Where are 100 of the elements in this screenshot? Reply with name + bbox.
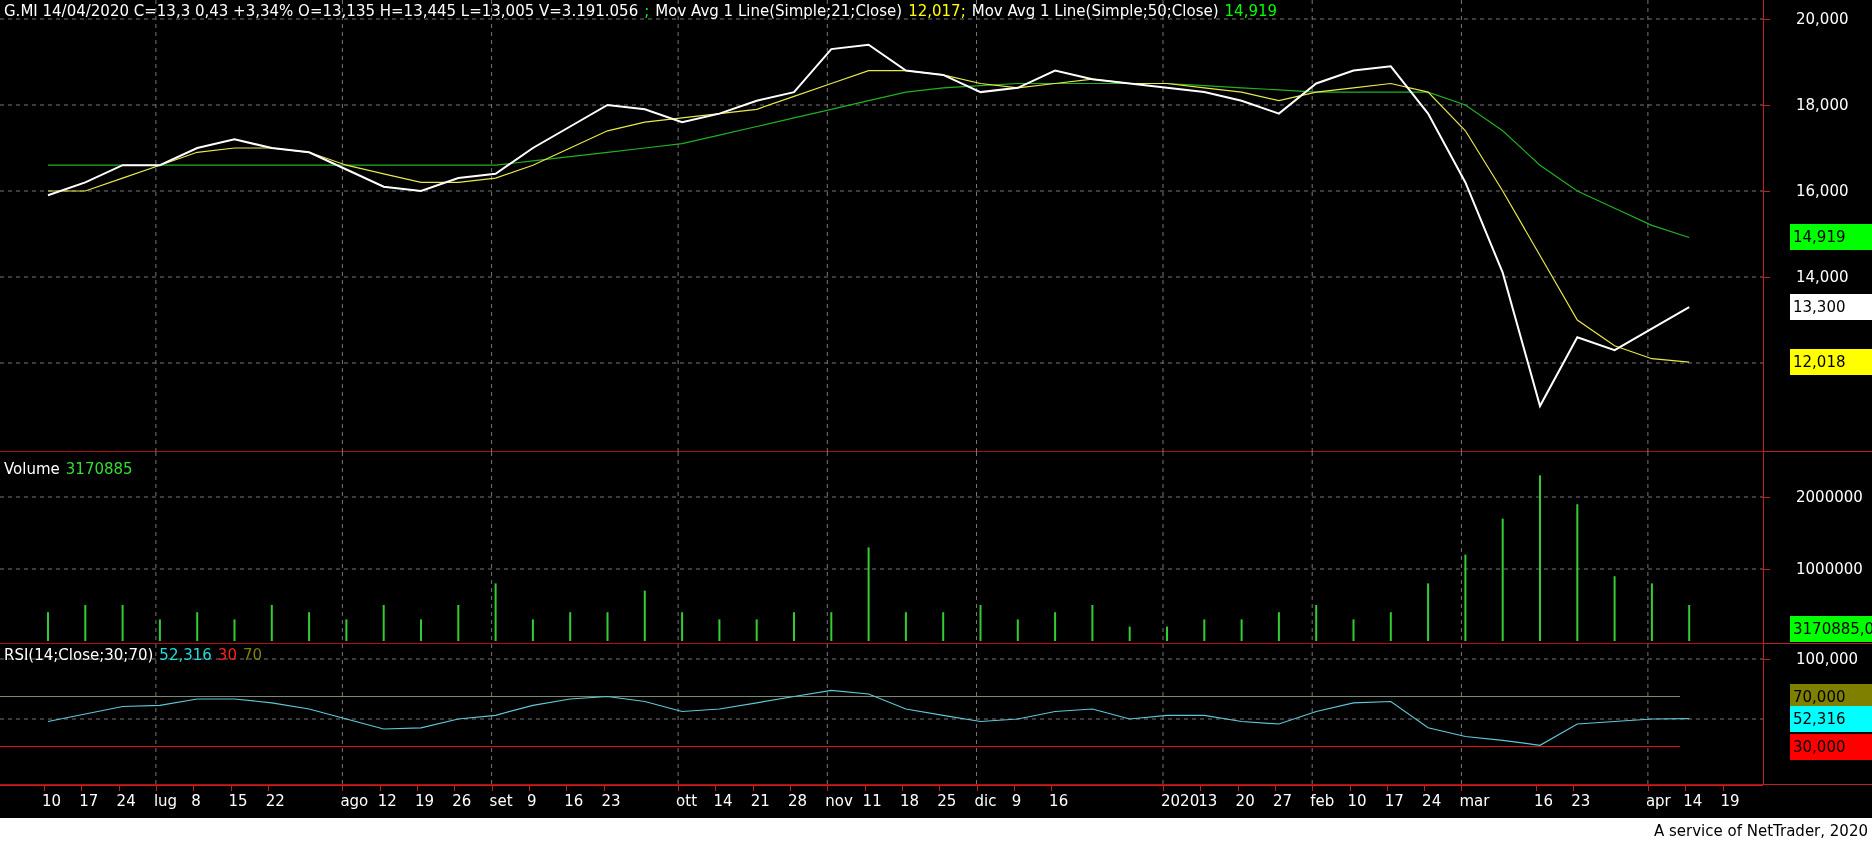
- axis-label: 2000000: [1796, 488, 1863, 506]
- volume-bar: [382, 605, 385, 641]
- axis-label: 19: [415, 792, 435, 810]
- axis-label: 10: [42, 792, 62, 810]
- volume-bar: [1203, 619, 1206, 641]
- volume-bar: [345, 619, 348, 641]
- volume-bar: [196, 612, 199, 641]
- legend-text: 30: [217, 646, 237, 664]
- axis-label: 20: [1235, 792, 1255, 810]
- axis-label: 9: [1011, 792, 1022, 810]
- legend-text: Volume: [4, 460, 60, 478]
- axis-label: lug: [153, 792, 178, 810]
- volume-bar: [1389, 612, 1392, 641]
- volume-bar: [531, 619, 534, 641]
- axis-label: 14: [713, 792, 733, 810]
- axis-label: 28: [788, 792, 808, 810]
- legend-text: ;: [644, 2, 650, 20]
- axis-label: 2020: [1161, 792, 1200, 810]
- volume-bar: [942, 612, 945, 641]
- axis-label: 16: [1534, 792, 1554, 810]
- volume-bar: [308, 612, 311, 641]
- volume-bar: [1016, 619, 1019, 641]
- axis-label: 16: [564, 792, 584, 810]
- axis-label: apr: [1645, 792, 1671, 810]
- axis-label: 20,000: [1796, 10, 1849, 28]
- volume-bar: [1688, 605, 1691, 641]
- axis-label: 27: [1272, 792, 1292, 810]
- axis-label: 18,000: [1796, 96, 1849, 114]
- legend-text: RSI(14;Close;30;70): [4, 646, 154, 664]
- legend-text: 70: [242, 646, 263, 664]
- axis-label: 8: [191, 792, 201, 810]
- axis-label: 24: [1422, 792, 1442, 810]
- value-badge: 14,919: [1790, 224, 1872, 251]
- axis-label: ago: [340, 792, 369, 810]
- axis-label: 13: [1198, 792, 1218, 810]
- axis-label: 21: [750, 792, 770, 810]
- volume-bar: [233, 619, 236, 641]
- legend-text: G.MI 14/04/2020 C=13,3 0,43 +3,34% O=13,135 H=13,445 L=13,005 V=3.191.056: [4, 2, 639, 20]
- legend-text: Mov Avg 1 Line(Simple;21;Close): [655, 2, 903, 20]
- volume-bar: [494, 583, 497, 641]
- volume-bar: [718, 619, 721, 641]
- axis-label: 23: [601, 792, 621, 810]
- axis-label: 14,000: [1796, 268, 1849, 286]
- value-badge: 52,316: [1790, 705, 1872, 732]
- axis-label: 17: [79, 792, 99, 810]
- axis-label: 100,000: [1796, 650, 1859, 668]
- volume-bar: [979, 605, 982, 641]
- volume-bar: [1091, 605, 1094, 641]
- axis-label: 14: [1683, 792, 1703, 810]
- axis-label: 10: [1347, 792, 1367, 810]
- volume-bar: [1427, 583, 1430, 641]
- axis-label: set: [489, 792, 513, 810]
- axis-label: 17: [1384, 792, 1404, 810]
- axis-label: nov: [825, 792, 853, 810]
- volume-bar: [569, 612, 572, 641]
- axis-label: 12: [377, 792, 397, 810]
- volume-bar: [1613, 576, 1616, 641]
- axis-label: 11: [862, 792, 882, 810]
- axis-label: 23: [1571, 792, 1591, 810]
- volume-bar: [1128, 626, 1131, 641]
- volume-bar: [121, 605, 124, 641]
- volume-bar: [755, 619, 758, 641]
- axis-label: feb: [1310, 792, 1335, 810]
- legend-text: Mov Avg 1 Line(Simple;50;Close): [971, 2, 1219, 20]
- legend-text: 52,316: [159, 646, 212, 664]
- volume-bar: [457, 605, 460, 641]
- credit-text: A service of NetTrader, 2020: [1653, 822, 1868, 840]
- axis-label: 15: [228, 792, 248, 810]
- axis-label: ott: [676, 792, 698, 810]
- volume-bar: [1352, 619, 1355, 641]
- axis-label: 1000000: [1796, 560, 1863, 578]
- axis-label: 26: [452, 792, 472, 810]
- volume-bar: [1054, 612, 1057, 641]
- axis-label: mar: [1459, 792, 1490, 810]
- volume-bar: [1240, 619, 1243, 641]
- axis-label: 19: [1720, 792, 1740, 810]
- volume-bar: [904, 612, 907, 641]
- axis-label: 16,000: [1796, 182, 1849, 200]
- value-badge: 13,300: [1790, 294, 1872, 321]
- value-badge: 12,018: [1790, 349, 1872, 376]
- axis-label: 18: [899, 792, 919, 810]
- volume-bar: [158, 619, 161, 641]
- volume-bar: [84, 605, 87, 641]
- value-badge: 30,000: [1790, 733, 1872, 760]
- axis-label: 24: [116, 792, 136, 810]
- axis-label: dic: [974, 792, 997, 810]
- axis-label: 16: [1049, 792, 1069, 810]
- legend-text: 3170885: [65, 460, 133, 478]
- axis-label: 9: [526, 792, 537, 810]
- volume-bar: [830, 612, 833, 641]
- volume-bar: [643, 590, 646, 641]
- axis-label: 25: [937, 792, 957, 810]
- volume-bar: [681, 612, 684, 641]
- volume-bar: [270, 605, 273, 641]
- volume-bar: [606, 612, 609, 641]
- volume-bar: [1315, 605, 1318, 641]
- volume-bar: [1277, 612, 1280, 641]
- legend-text: 12,017;: [908, 2, 966, 20]
- axis-label: 22: [265, 792, 285, 810]
- volume-bar: [1650, 583, 1653, 641]
